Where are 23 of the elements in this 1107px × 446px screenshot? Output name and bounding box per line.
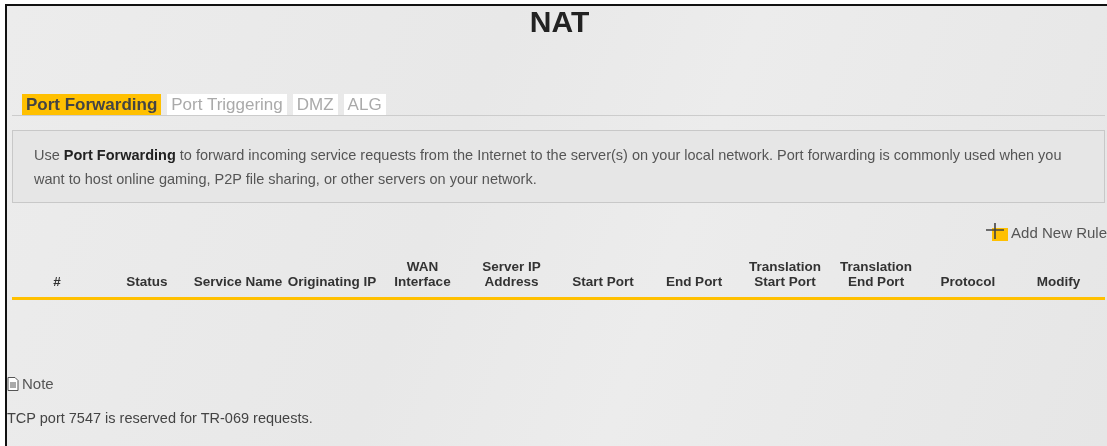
column-header: Start Port bbox=[571, 274, 635, 289]
page-title: NAT bbox=[529, 6, 590, 38]
tab[interactable]: ALG bbox=[343, 94, 386, 115]
tab[interactable]: DMZ bbox=[292, 94, 338, 115]
plus-icon bbox=[986, 223, 1009, 241]
column-header: Protocol bbox=[939, 274, 997, 289]
column-header: Server IP Address bbox=[481, 259, 542, 289]
column-header: Status bbox=[125, 274, 169, 289]
note-label: Note bbox=[22, 375, 54, 392]
column-header: End Port bbox=[664, 274, 724, 289]
column-header: Translation End Port bbox=[839, 259, 913, 289]
column-header: # bbox=[52, 274, 62, 289]
column-header: Service Name bbox=[192, 274, 284, 289]
column-header: Modify bbox=[1035, 274, 1082, 289]
description-text: Use Port Forwarding to forward incoming service requests from the Internet to the server(s) on your local network. Port forwarding is commonly used when you want to host online gaming, P2P file sharing, or other servers on your network. bbox=[34, 146, 1063, 189]
add-new-rule-button[interactable]: Add New Rule bbox=[986, 223, 1107, 241]
column-header: WAN Interface bbox=[393, 259, 452, 289]
document-icon bbox=[7, 376, 19, 391]
note-text: TCP port 7547 is reserved for TR-069 requests. bbox=[7, 410, 314, 426]
tab[interactable]: Port Triggering bbox=[167, 94, 287, 115]
column-header: Originating IP bbox=[286, 274, 378, 289]
tab[interactable]: Port Forwarding bbox=[22, 94, 162, 115]
column-header: Translation Start Port bbox=[748, 259, 822, 289]
